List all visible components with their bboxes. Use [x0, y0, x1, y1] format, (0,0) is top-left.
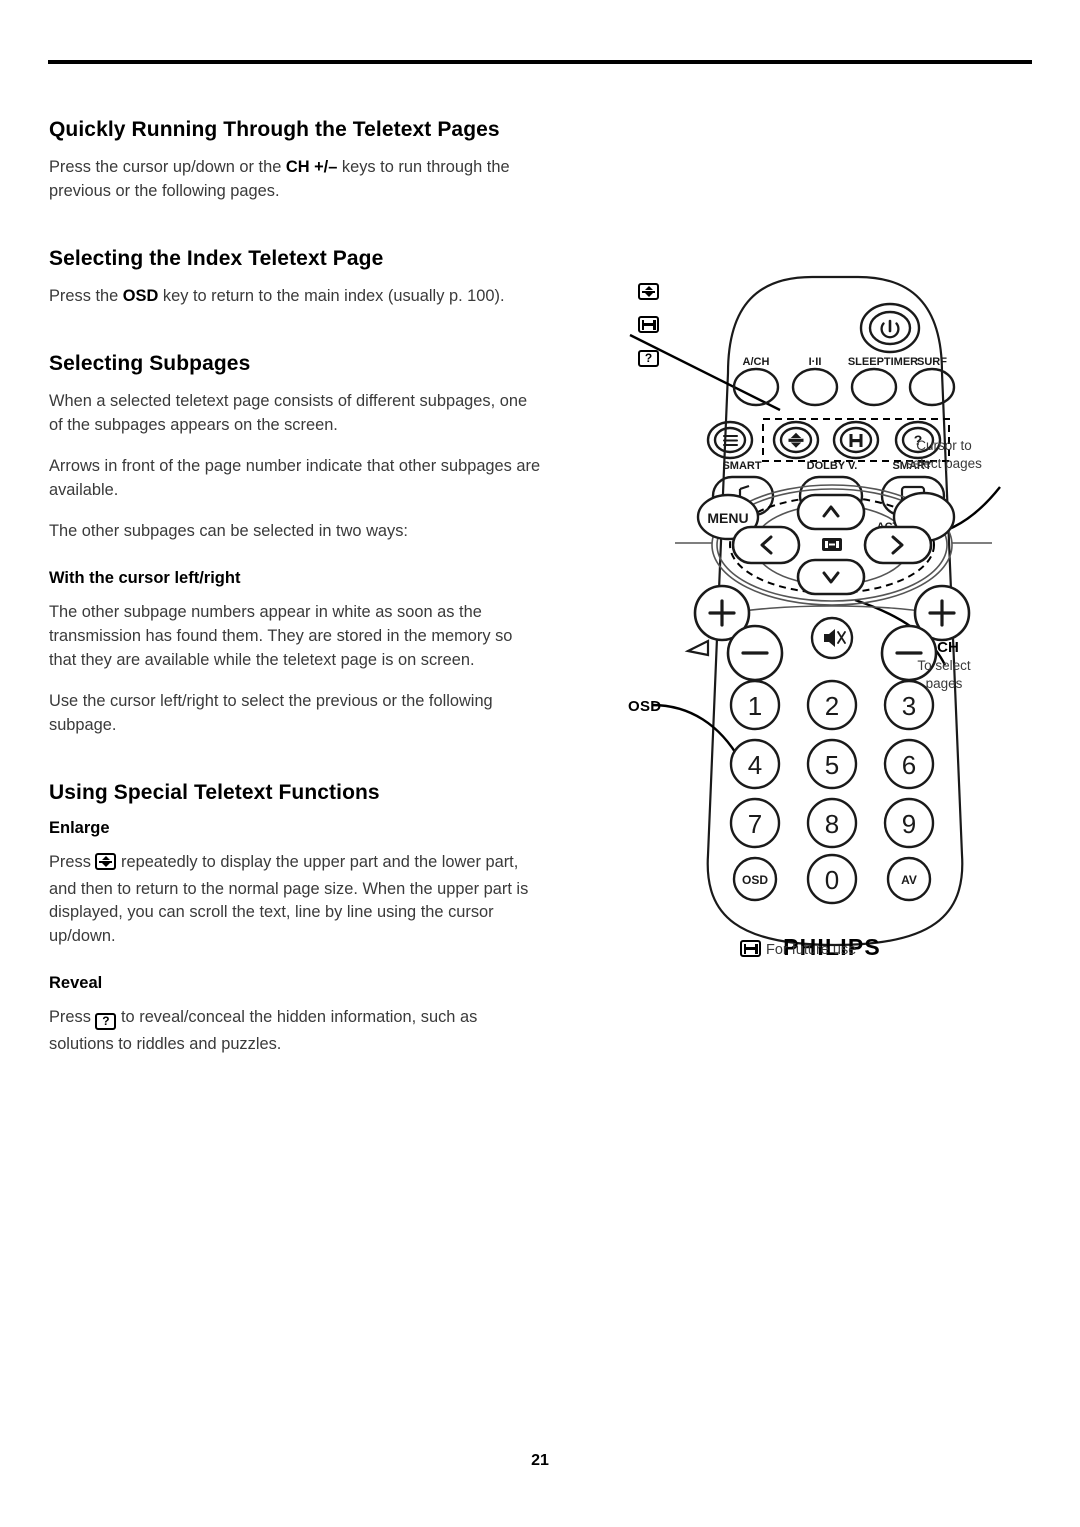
key-label-ch: CH +/–: [285, 158, 338, 177]
future-use-label: For future use: [766, 942, 857, 958]
header-rule: [48, 60, 1032, 64]
callout-line-1: Cursor to: [916, 438, 972, 453]
svg-text:9: 9: [902, 809, 916, 839]
svg-text:MENU: MENU: [707, 510, 748, 526]
text-run: key to return to the main index (usually…: [158, 287, 505, 306]
heading-special-functions: Using Special Teletext Functions: [49, 780, 380, 804]
svg-text:0: 0: [825, 865, 839, 895]
heading-reveal: Reveal: [49, 974, 103, 993]
paragraph-subpages-1: When a selected teletext page consists o…: [49, 392, 528, 435]
callout-cursor-select-pages: Cursor to select pages: [898, 437, 990, 473]
paragraph-cursor-1: The other subpage numbers appear in whit…: [49, 602, 513, 669]
svg-text:OSD: OSD: [742, 873, 768, 887]
heading-with-cursor-left-right: With the cursor left/right: [49, 569, 241, 588]
svg-text:AV: AV: [901, 873, 917, 887]
paragraph-subpages-3: The other subpages can be selected in tw…: [49, 522, 408, 541]
remote-control-illustration: A/CH I·II SLEEPTIMER SURF ? SMART DOLBY …: [600, 255, 1060, 985]
svg-text:5: 5: [825, 750, 839, 780]
paragraph-reveal: Press ? to reveal/conceal the hidden inf…: [49, 1006, 541, 1057]
text-run: Press: [49, 852, 96, 871]
paragraph-cursor-2: Use the cursor left/right to select the …: [49, 691, 493, 734]
svg-text:A/CH: A/CH: [743, 356, 770, 368]
callout-line-1: To select: [917, 658, 971, 673]
text-run: repeatedly to display the upper part and…: [49, 852, 529, 946]
key-label-osd: OSD: [122, 287, 159, 306]
heading-enlarge: Enlarge: [49, 818, 110, 837]
heading-quickly-running: Quickly Running Through the Teletext Pag…: [49, 118, 500, 141]
svg-text:SURF: SURF: [917, 356, 947, 368]
svg-text:2: 2: [825, 691, 839, 721]
text-run: Press the cursor up/down or the: [49, 158, 286, 177]
svg-text:I·II: I·II: [809, 356, 822, 368]
enlarge-icon: [95, 852, 117, 878]
paragraph-enlarge: Press repeatedly to display the upper pa…: [49, 851, 541, 950]
svg-text:CH: CH: [937, 639, 959, 656]
body-text-column: Quickly Running Through the Teletext Pag…: [49, 118, 541, 1057]
svg-text:7: 7: [748, 809, 762, 839]
document-page: Quickly Running Through the Teletext Pag…: [0, 0, 1080, 1527]
page-number: 21: [531, 1452, 549, 1469]
paragraph-selecting-index: Press the OSD key to return to the main …: [49, 285, 541, 309]
callout-to-select-pages: To select pages: [904, 657, 984, 693]
svg-text:6: 6: [902, 750, 916, 780]
subpage-icon: [740, 940, 761, 957]
svg-text:1: 1: [748, 691, 762, 721]
paragraph-subpages-2: Arrows in front of the page number indic…: [49, 457, 541, 500]
heading-selecting-index: Selecting the Index Teletext Page: [49, 247, 384, 271]
svg-text:SLEEPTIMER: SLEEPTIMER: [848, 356, 918, 368]
callout-line-2: select pages: [906, 455, 982, 471]
paragraph-quickly-running: Press the cursor up/down or the CH +/– k…: [49, 156, 541, 204]
future-use-caption: For future use: [740, 940, 856, 958]
svg-text:4: 4: [748, 750, 762, 780]
svg-text:DOLBY V.: DOLBY V.: [807, 460, 858, 472]
svg-text:8: 8: [825, 809, 839, 839]
heading-selecting-subpages: Selecting Subpages: [49, 352, 251, 376]
text-run: Press: [49, 1008, 96, 1027]
text-run: Press the: [49, 287, 123, 306]
svg-text:3: 3: [902, 691, 916, 721]
callout-osd-label: OSD: [628, 698, 662, 715]
reveal-icon: ?: [95, 1009, 117, 1033]
svg-text:SMART: SMART: [722, 460, 761, 472]
callout-line-2: pages: [925, 675, 963, 691]
